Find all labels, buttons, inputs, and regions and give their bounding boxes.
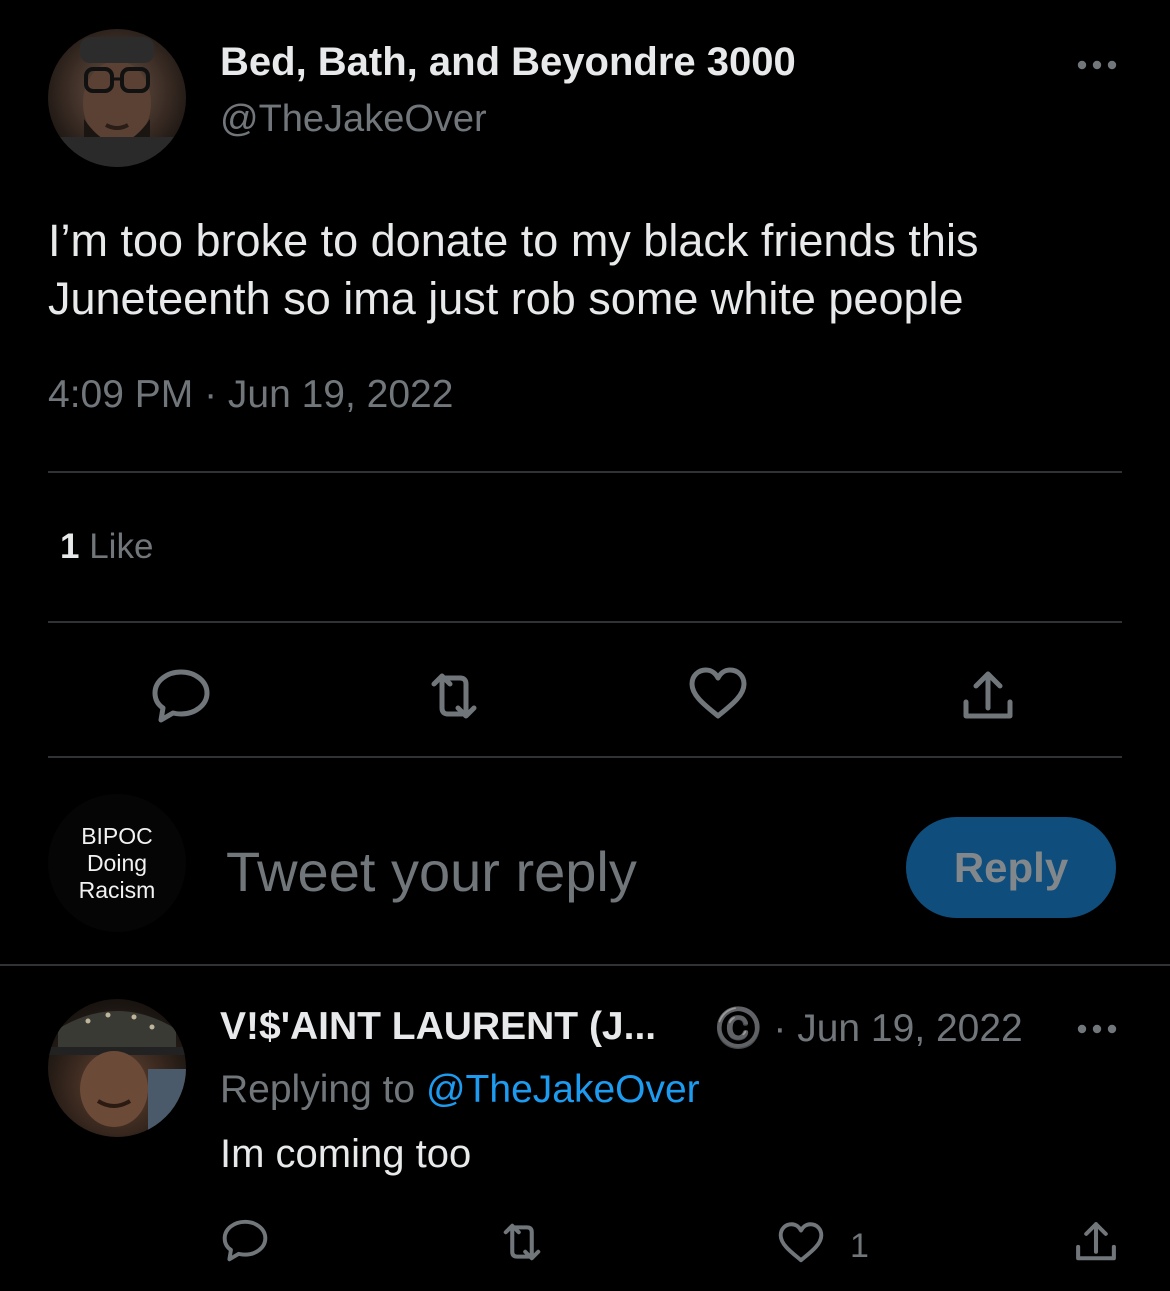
likes-summary[interactable]: 1 Like bbox=[60, 527, 153, 567]
retweet-icon[interactable] bbox=[496, 1216, 548, 1268]
tweet-timestamp[interactable]: 4:09 PM · Jun 19, 2022 bbox=[48, 373, 453, 417]
avatar-text-line: Racism bbox=[78, 876, 156, 903]
share-icon[interactable] bbox=[1070, 1216, 1122, 1268]
share-icon[interactable] bbox=[956, 664, 1020, 728]
reply-like-count: 1 bbox=[850, 1227, 869, 1265]
replying-handle-link[interactable]: @TheJakeOver bbox=[426, 1068, 700, 1111]
divider bbox=[48, 621, 1122, 623]
replying-prefix: Replying to bbox=[220, 1068, 416, 1111]
divider bbox=[0, 964, 1170, 966]
reply-button[interactable]: Reply bbox=[906, 817, 1116, 918]
reply-text: Im coming too bbox=[220, 1132, 472, 1176]
avatar-text-line: Doing bbox=[86, 849, 148, 876]
author-avatar[interactable] bbox=[48, 29, 186, 167]
reply-icon[interactable] bbox=[149, 662, 213, 726]
more-options-icon[interactable] bbox=[1074, 50, 1120, 80]
more-options-icon[interactable] bbox=[1074, 1014, 1120, 1044]
author-display-name[interactable]: Bed, Bath, and Beyondre 3000 bbox=[220, 40, 796, 85]
author-handle[interactable]: @TheJakeOver bbox=[220, 98, 487, 141]
reply-input[interactable] bbox=[226, 836, 866, 906]
reply-author-display-name[interactable]: V!$'AINT LAURENT (J... bbox=[220, 1005, 656, 1049]
replying-to: Replying to @TheJakeOver bbox=[220, 1068, 700, 1112]
reply-author-avatar[interactable] bbox=[48, 999, 186, 1137]
reply-meta[interactable]: ©️ · Jun 19, 2022 bbox=[714, 1005, 1023, 1051]
reply-icon[interactable] bbox=[220, 1214, 270, 1264]
like-icon[interactable] bbox=[776, 1218, 826, 1268]
retweet-icon[interactable] bbox=[422, 664, 486, 728]
divider bbox=[48, 756, 1122, 758]
like-icon[interactable] bbox=[686, 662, 750, 726]
likes-count: 1 bbox=[60, 527, 80, 566]
avatar-photo-icon bbox=[48, 1011, 186, 1137]
avatar-photo-icon bbox=[48, 37, 186, 167]
avatar-text-line: BIPOC bbox=[81, 822, 153, 849]
current-user-avatar[interactable]: BIPOC Doing Racism bbox=[48, 794, 186, 932]
tweet-text: I’m too broke to donate to my black frie… bbox=[48, 215, 979, 324]
divider bbox=[48, 471, 1122, 473]
likes-label: Like bbox=[89, 527, 154, 566]
